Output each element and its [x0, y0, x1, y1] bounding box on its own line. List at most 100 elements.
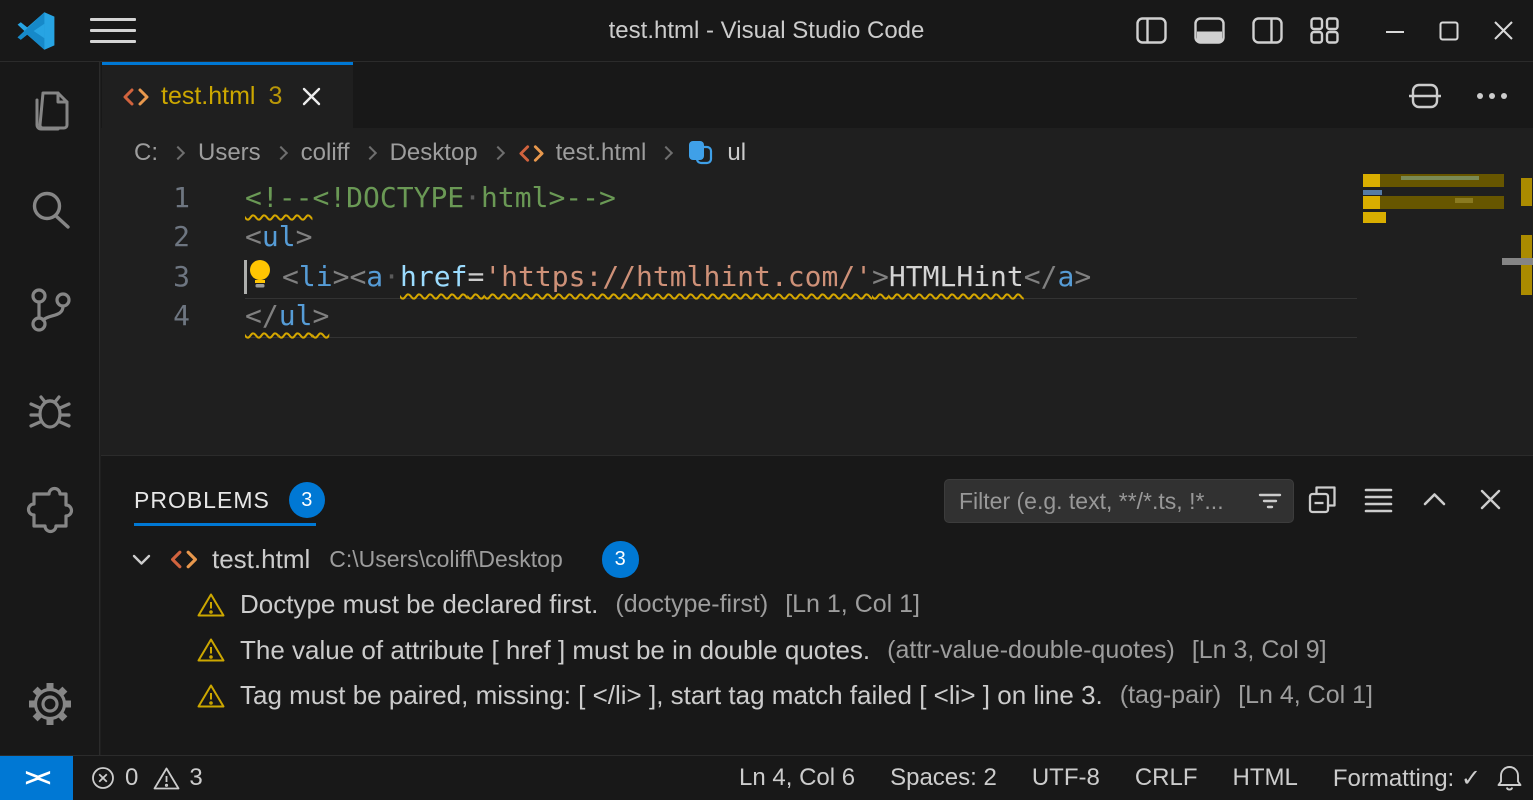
code-line: 1 <!--<!DOCTYPE·html>-->	[101, 178, 1533, 217]
view-as-table-icon[interactable]	[1362, 484, 1394, 515]
problems-file-row[interactable]: test.html C:\Users\coliff\Desktop 3	[101, 536, 1533, 582]
toggle-primary-sidebar-icon[interactable]	[1136, 17, 1167, 44]
code-line-text: <li><a·href='https://htmlhint.com/'>HTML…	[245, 257, 1091, 296]
more-actions-icon[interactable]	[1477, 93, 1507, 99]
code-token: HTMLHint	[889, 260, 1024, 293]
code-token: a	[366, 260, 383, 293]
close-window-icon[interactable]	[1492, 19, 1515, 42]
problem-source: (doctype-first)	[615, 590, 768, 619]
code-token: html>-->	[481, 181, 616, 214]
html-file-icon	[518, 141, 545, 166]
problems-status[interactable]: 0 3	[90, 764, 203, 792]
breadcrumb-item[interactable]: Users	[198, 139, 261, 167]
problems-panel: PROBLEMS 3	[101, 455, 1533, 755]
problems-filter	[944, 479, 1294, 523]
minimize-icon[interactable]	[1384, 20, 1406, 42]
problems-list: Doctype must be declared first.(doctype-…	[101, 582, 1533, 719]
code-token: >	[296, 220, 313, 253]
tab-test-html[interactable]: test.html 3	[102, 62, 353, 128]
close-panel-icon[interactable]	[1474, 484, 1506, 515]
breadcrumb-item[interactable]: C:	[134, 139, 158, 167]
run-and-debug-icon[interactable]	[24, 383, 76, 435]
panel-actions	[1306, 484, 1506, 515]
breadcrumb-item[interactable]: coliff	[301, 139, 350, 167]
overview-ruler	[1520, 178, 1533, 455]
chevron-right-icon	[171, 146, 185, 160]
code-line: 3<li><a·href='https://htmlhint.com/'>HTM…	[101, 257, 1533, 296]
extensions-icon[interactable]	[24, 483, 76, 535]
lightbulb-icon[interactable]	[245, 258, 275, 290]
problems-file-path: C:\Users\coliff\Desktop	[329, 546, 562, 573]
code-token: ul	[279, 299, 313, 332]
explorer-icon[interactable]	[24, 85, 76, 137]
html-file-icon	[169, 546, 199, 573]
code-token: ·	[464, 181, 481, 214]
code-token: =	[467, 260, 484, 293]
tab-bar: test.html 3	[101, 62, 1533, 128]
breadcrumb-item[interactable]: Desktop	[390, 139, 478, 167]
problem-row[interactable]: Tag must be paired, missing: [ </li> ], …	[101, 673, 1533, 719]
title-bar: test.html - Visual Studio Code	[0, 0, 1533, 62]
maximize-panel-icon[interactable]	[1418, 484, 1450, 515]
customize-layout-icon[interactable]	[1310, 17, 1339, 44]
problem-position: [Ln 1, Col 1]	[785, 590, 920, 619]
split-editor-icon[interactable]	[1409, 80, 1441, 112]
tab-problems[interactable]: PROBLEMS 3	[134, 482, 325, 518]
code-token: ·	[383, 260, 400, 293]
code-line-text: <ul>	[245, 217, 312, 256]
menu-icon[interactable]	[90, 18, 136, 43]
editor-actions	[1409, 80, 1507, 112]
active-panel-underline	[134, 523, 316, 526]
warning-icon	[153, 766, 180, 791]
code-line: 2 <ul>	[101, 217, 1533, 256]
code-token: <	[349, 260, 366, 293]
remote-indicator[interactable]: ><	[0, 756, 73, 800]
close-tab-icon[interactable]	[299, 84, 324, 109]
notifications-bell-icon[interactable]	[1496, 764, 1533, 792]
code-token: <	[282, 260, 299, 293]
source-control-icon[interactable]	[24, 283, 76, 335]
warning-icon	[197, 683, 225, 709]
problem-row[interactable]: The value of attribute [ href ] must be …	[101, 628, 1533, 674]
status-item[interactable]: Ln 4, Col 6	[739, 764, 855, 792]
code-editor[interactable]: 1<!--<!DOCTYPE·html>-->2<ul>3<li><a·href…	[101, 178, 1533, 455]
html-file-icon	[122, 84, 150, 110]
warning-icon	[197, 637, 225, 663]
line-number: 2	[101, 217, 190, 256]
code-token: >	[333, 260, 350, 293]
status-item[interactable]: Formatting: ✓	[1333, 764, 1481, 793]
code-token: <!DOCTYPE	[312, 181, 464, 214]
vscode-window: test.html - Visual Studio Code	[0, 0, 1533, 800]
code-token: a	[1057, 260, 1074, 293]
error-count: 0	[125, 764, 138, 792]
problems-label: PROBLEMS	[134, 487, 270, 514]
collapse-all-icon[interactable]	[1306, 484, 1338, 515]
toggle-panel-icon[interactable]	[1194, 17, 1225, 44]
warning-icon	[197, 592, 225, 618]
breadcrumb-item[interactable]: test.html	[556, 139, 647, 167]
status-item[interactable]: CRLF	[1135, 764, 1198, 792]
problem-row[interactable]: Doctype must be declared first.(doctype-…	[101, 582, 1533, 628]
search-icon[interactable]	[24, 185, 76, 237]
code-line-text: <!--<!DOCTYPE·html>-->	[245, 178, 616, 217]
status-item[interactable]: UTF-8	[1032, 764, 1100, 792]
breadcrumb: C: Users coliff Desktop test.html ul	[101, 128, 1533, 178]
status-item[interactable]: HTML	[1233, 764, 1298, 792]
code-token: >	[1074, 260, 1091, 293]
breadcrumb-item[interactable]: ul	[727, 139, 746, 167]
problem-source: (attr-value-double-quotes)	[887, 636, 1175, 665]
text-cursor	[244, 260, 247, 294]
status-item[interactable]: Spaces: 2	[890, 764, 997, 792]
chevron-down-icon[interactable]	[129, 547, 154, 572]
activity-bar	[0, 62, 100, 755]
toggle-secondary-sidebar-icon[interactable]	[1252, 17, 1283, 44]
code-token: 'https://htmlhint.com/'	[484, 260, 872, 293]
maximize-icon[interactable]	[1438, 20, 1460, 42]
code-token: href	[400, 260, 467, 293]
settings-gear-icon[interactable]	[24, 678, 76, 730]
minimap[interactable]	[1363, 174, 1504, 234]
line-number: 1	[101, 178, 190, 217]
chevron-right-icon	[363, 146, 377, 160]
code-lines: 1<!--<!DOCTYPE·html>-->2<ul>3<li><a·href…	[101, 178, 1533, 336]
filter-input[interactable]	[959, 488, 1257, 515]
